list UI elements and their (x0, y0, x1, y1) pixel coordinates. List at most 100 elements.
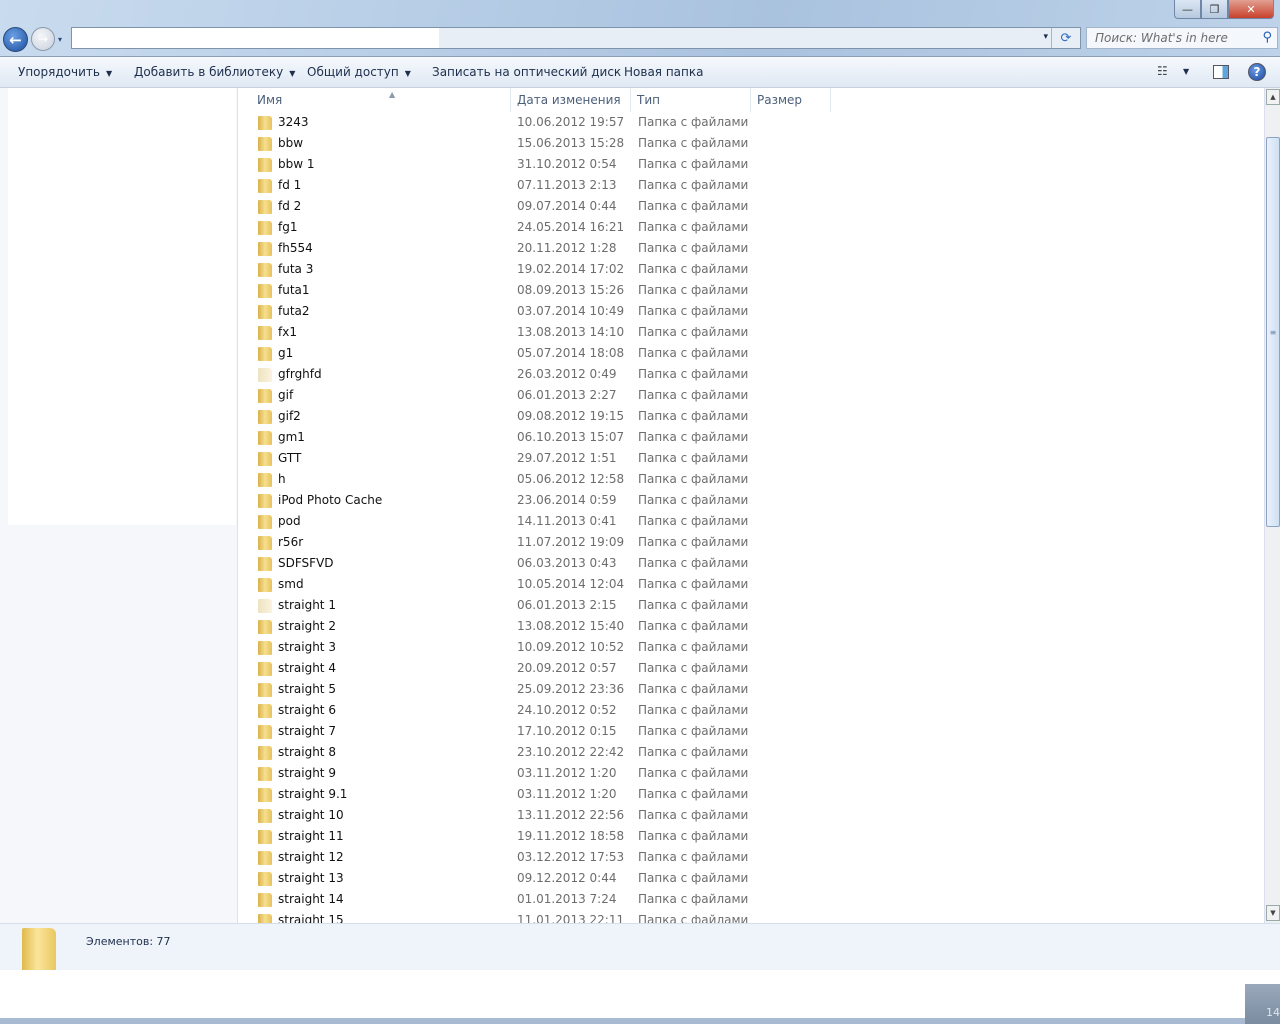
address-input[interactable] (72, 28, 439, 48)
share-button[interactable]: Общий доступ ▼ (307, 65, 411, 79)
folder-icon (258, 116, 272, 130)
file-date: 20.09.2012 0:57 (517, 661, 617, 675)
new-folder-button[interactable]: Новая папка (624, 65, 703, 79)
file-row[interactable]: fd 2 09.07.2014 0:44 Папка с файлами (239, 196, 829, 217)
folder-icon (258, 242, 272, 256)
file-row[interactable]: iPod Photo Cache 23.06.2014 0:59 Папка с ф… (239, 490, 829, 511)
back-button[interactable]: ← (3, 27, 28, 52)
file-row[interactable]: gif 06.01.2013 2:27 Папка с файлами (239, 385, 829, 406)
file-row[interactable]: futa 3 19.02.2014 17:02 Папка с файлами (239, 259, 829, 280)
file-row[interactable]: h 05.06.2012 12:58 Папка с файлами (239, 469, 829, 490)
preview-pane-button[interactable] (1213, 65, 1229, 79)
folder-icon (258, 893, 272, 907)
file-name: futa1 (278, 283, 310, 297)
file-row[interactable]: 3243 10.06.2012 19:57 Папка с файлами (239, 112, 829, 133)
file-row[interactable]: fd 1 07.11.2013 2:13 Папка с файлами (239, 175, 829, 196)
file-date: 19.02.2014 17:02 (517, 262, 625, 276)
file-row[interactable]: gfrghfd 26.03.2012 0:49 Папка с файлами (239, 364, 829, 385)
scroll-up-button[interactable]: ▲ (1266, 89, 1280, 105)
file-row[interactable]: g1 05.07.2014 18:08 Папка с файлами (239, 343, 829, 364)
maximize-button[interactable]: ❐ (1201, 0, 1228, 19)
file-row[interactable]: straight 8 23.10.2012 22:42 Папка с файлам… (239, 742, 829, 763)
chevron-down-icon[interactable]: ▼ (1183, 67, 1189, 76)
folder-icon (258, 578, 272, 592)
search-box[interactable]: ⚲ (1086, 27, 1278, 49)
folder-icon (258, 557, 272, 571)
file-type: Папка с файлами (638, 577, 749, 591)
address-bar[interactable]: ▾ ⟳ (71, 27, 1081, 49)
file-row[interactable]: straight 15 11.01.2013 22:11 Папка с файла… (239, 910, 829, 923)
file-row[interactable]: straight 14 01.01.2013 7:24 Папка с файлам… (239, 889, 829, 910)
file-name: straight 1 (278, 598, 336, 612)
file-row[interactable]: fg1 24.05.2014 16:21 Папка с файлами (239, 217, 829, 238)
file-date: 10.06.2012 19:57 (517, 115, 625, 129)
organize-button[interactable]: Упорядочить ▼ (18, 65, 112, 79)
file-date: 10.09.2012 10:52 (517, 640, 625, 654)
column-header-size[interactable]: Размер (751, 88, 831, 112)
search-input[interactable] (1087, 28, 1252, 48)
folder-icon (258, 515, 272, 529)
file-row[interactable]: straight 9.1 03.11.2012 1:20 Папка с файла… (239, 784, 829, 805)
file-row[interactable]: SDFSFVD 06.03.2013 0:43 Папка с файлами (239, 553, 829, 574)
file-row[interactable]: straight 3 10.09.2012 10:52 Папка с файлам… (239, 637, 829, 658)
file-row[interactable]: futa2 03.07.2014 10:49 Папка с файлами (239, 301, 829, 322)
file-name: straight 3 (278, 640, 336, 654)
file-row[interactable]: smd 10.05.2014 12:04 Папка с файлами (239, 574, 829, 595)
file-row[interactable]: bbw 15.06.2013 15:28 Папка с файлами (239, 133, 829, 154)
scroll-thumb[interactable]: ≡ (1266, 137, 1280, 527)
folder-icon (258, 851, 272, 865)
help-button[interactable]: ? (1248, 63, 1266, 81)
folder-icon (258, 326, 272, 340)
add-to-library-button[interactable]: Добавить в библиотеку ▼ (134, 65, 295, 79)
file-row[interactable]: straight 7 17.10.2012 0:15 Папка с файлами (239, 721, 829, 742)
file-row[interactable]: straight 9 03.11.2012 1:20 Папка с файлами (239, 763, 829, 784)
file-row[interactable]: straight 10 13.11.2012 22:56 Папка с файла… (239, 805, 829, 826)
file-row[interactable]: r56r 11.07.2012 19:09 Папка с файлами (239, 532, 829, 553)
file-row[interactable]: straight 4 20.09.2012 0:57 Папка с файлами (239, 658, 829, 679)
file-row[interactable]: fh554 20.11.2012 1:28 Папка с файлами (239, 238, 829, 259)
file-row[interactable]: gif2 09.08.2012 19:15 Папка с файлами (239, 406, 829, 427)
item-count: Элементов: 77 (86, 935, 171, 948)
taskbar-clock[interactable]: 14 (1245, 984, 1280, 1024)
minimize-button[interactable]: — (1174, 0, 1201, 19)
file-row[interactable]: gm1 06.10.2013 15:07 Папка с файлами (239, 427, 829, 448)
file-name: straight 14 (278, 892, 344, 906)
column-header-type[interactable]: Тип (631, 88, 751, 112)
file-name: straight 7 (278, 724, 336, 738)
search-icon[interactable]: ⚲ (1262, 30, 1272, 45)
file-row[interactable]: straight 13 09.12.2012 0:44 Папка с файлам… (239, 868, 829, 889)
file-row[interactable]: straight 6 24.10.2012 0:52 Папка с файлами (239, 700, 829, 721)
file-name: gm1 (278, 430, 305, 444)
navigation-pane[interactable] (0, 88, 238, 923)
folder-icon (258, 662, 272, 676)
view-options-icon[interactable]: ☷ (1157, 64, 1168, 78)
close-button[interactable]: ✕ (1228, 0, 1274, 19)
chevron-down-icon[interactable]: ▾ (1043, 32, 1048, 42)
file-date: 05.07.2014 18:08 (517, 346, 625, 360)
column-header-date[interactable]: Дата изменения (511, 88, 631, 112)
file-row[interactable]: GTT 29.07.2012 1:51 Папка с файлами (239, 448, 829, 469)
file-date: 19.11.2012 18:58 (517, 829, 625, 843)
burn-button[interactable]: Записать на оптический диск (432, 65, 621, 79)
refresh-button[interactable]: ⟳ (1051, 28, 1080, 48)
scroll-down-button[interactable]: ▼ (1266, 905, 1280, 921)
name-header-label: Имя (257, 93, 283, 107)
file-row[interactable]: straight 11 19.11.2012 18:58 Папка с файла… (239, 826, 829, 847)
recent-pages-dropdown[interactable]: ▾ (58, 35, 62, 44)
folder-icon (258, 641, 272, 655)
file-row[interactable]: futa1 08.09.2013 15:26 Папка с файлами (239, 280, 829, 301)
file-type: Папка с файлами (638, 808, 749, 822)
forward-button[interactable]: → (31, 27, 55, 51)
file-row[interactable]: straight 12 03.12.2012 17:53 Папка с файла… (239, 847, 829, 868)
file-row[interactable]: fx1 13.08.2013 14:10 Папка с файлами (239, 322, 829, 343)
file-row[interactable]: straight 1 06.01.2013 2:15 Папка с файлами (239, 595, 829, 616)
file-row[interactable]: pod 14.11.2013 0:41 Папка с файлами (239, 511, 829, 532)
file-name: smd (278, 577, 304, 591)
file-name: SDFSFVD (278, 556, 334, 570)
file-row[interactable]: straight 2 13.08.2012 15:40 Папка с файлам… (239, 616, 829, 637)
column-header-name[interactable]: Имя ▲ (251, 88, 511, 112)
file-row[interactable]: straight 5 25.09.2012 23:36 Папка с файлам… (239, 679, 829, 700)
file-name: iPod Photo Cache (278, 493, 383, 507)
file-row[interactable]: bbw 1 31.10.2012 0:54 Папка с файлами (239, 154, 829, 175)
vertical-scrollbar[interactable]: ▲ ≡ ▼ (1264, 88, 1280, 923)
